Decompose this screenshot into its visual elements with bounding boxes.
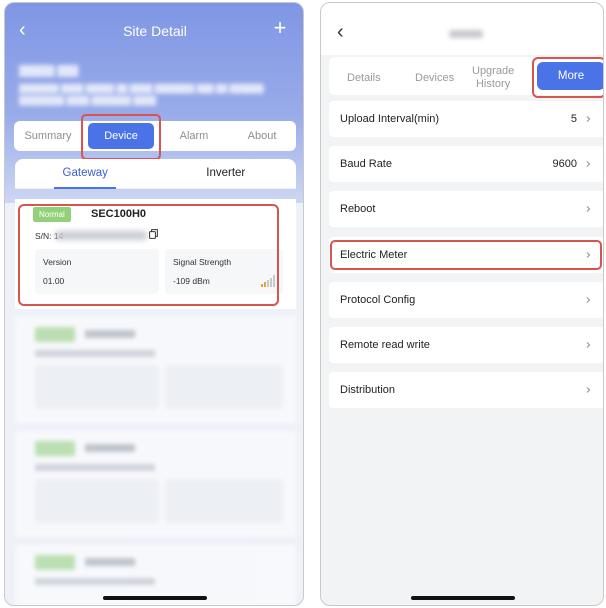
chevron-right-icon <box>586 387 591 393</box>
gateway-card-highlight <box>18 204 279 306</box>
electric-meter-highlight <box>330 240 602 270</box>
chevron-right-icon <box>586 161 591 167</box>
chevron-right-icon <box>586 116 591 122</box>
tab-upgrade-line1: Upgrade <box>472 65 515 77</box>
tab-devices[interactable]: Devices <box>415 72 454 85</box>
device-title-blurred <box>449 30 483 38</box>
home-indicator <box>411 596 515 600</box>
gateway-card-blurred[interactable] <box>15 431 296 537</box>
setting-label: Reboot <box>340 203 376 215</box>
setting-label: Baud Rate <box>340 158 392 170</box>
setting-row-reboot[interactable]: Reboot <box>329 191 603 227</box>
segment-summary[interactable]: Summary <box>14 130 82 142</box>
segment-about[interactable]: About <box>228 130 296 142</box>
setting-row-distribution[interactable]: Distribution <box>329 372 603 408</box>
setting-label: Remote read write <box>340 339 430 351</box>
tab-inverter[interactable]: Inverter <box>156 159 297 188</box>
chevron-right-icon <box>586 342 591 348</box>
tab-upgrade-history[interactable]: Upgrade History <box>472 65 514 91</box>
setting-row-upload-interval[interactable]: Upload Interval(min) 5 <box>329 101 603 137</box>
right-phone-screen: ‹ Details Devices Upgrade History More U… <box>320 2 604 606</box>
site-name-blurred: █████ ███ <box>19 66 79 77</box>
chevron-right-icon <box>586 206 591 212</box>
home-indicator <box>103 596 207 600</box>
detail-header: ‹ <box>321 3 603 55</box>
device-tab-highlight <box>81 114 161 160</box>
setting-value: 9600 <box>552 158 577 170</box>
segment-alarm[interactable]: Alarm <box>160 130 228 142</box>
page-title: Site Detail <box>123 23 187 39</box>
setting-row-protocol-config[interactable]: Protocol Config <box>329 282 603 318</box>
device-type-tabs: Gateway Inverter <box>15 159 296 189</box>
setting-label: Protocol Config <box>340 294 416 306</box>
more-tab-highlight <box>532 57 603 98</box>
add-plus-icon[interactable]: + <box>269 16 291 40</box>
setting-row-baud-rate[interactable]: Baud Rate 9600 <box>329 146 603 182</box>
setting-label: Upload Interval(min) <box>340 113 440 125</box>
setting-label: Distribution <box>340 384 396 396</box>
left-phone-screen: ‹ Site Detail + █████ ███ ███████ ████ █… <box>4 2 304 606</box>
tab-details[interactable]: Details <box>347 72 381 85</box>
tab-upgrade-line2: History <box>475 78 511 90</box>
back-chevron-icon[interactable]: ‹ <box>337 21 344 43</box>
gateway-card-blurred[interactable] <box>15 317 296 423</box>
tab-gateway[interactable]: Gateway <box>15 159 156 189</box>
site-address-blurred: ███████ ████ █████ ██ ████ ███████ ███ █… <box>19 84 264 105</box>
setting-row-remote-read-write[interactable]: Remote read write <box>329 327 603 363</box>
chevron-right-icon <box>586 297 591 303</box>
setting-value: 5 <box>570 113 577 125</box>
